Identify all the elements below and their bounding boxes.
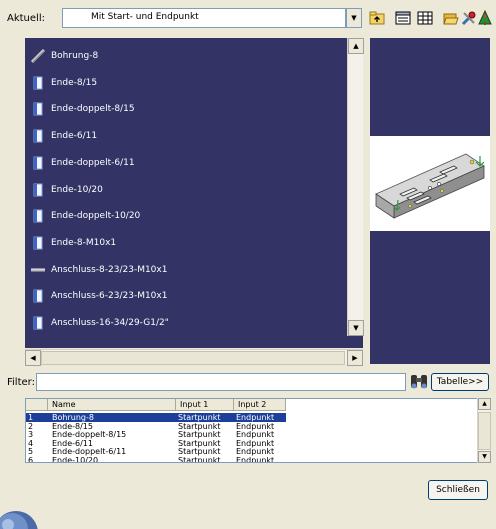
catalog-item-label: Anschluss-16-34/29-G1/2" — [51, 318, 169, 328]
table-vertical-scrollbar[interactable]: ▲ ▼ — [477, 398, 491, 463]
globe-logo-icon — [0, 495, 60, 529]
catalog-item[interactable]: Ende-10/20 — [25, 177, 347, 203]
toolbar: Aktuell: Mit Start- und Endpunkt ▼ — [0, 0, 496, 40]
table-toggle-button[interactable]: Tabelle>> — [431, 373, 489, 391]
catalog-item-label: Ende-6/11 — [51, 131, 98, 142]
scroll-up-icon[interactable]: ▲ — [478, 398, 491, 410]
catalog-item-label: Ende-8-M10x1 — [51, 237, 117, 248]
scroll-left-icon[interactable]: ◀ — [25, 350, 41, 366]
catalog-vertical-scrollbar[interactable]: ▲ ▼ — [347, 38, 364, 336]
part-icon — [31, 102, 45, 116]
catalog-horizontal-scrollbar[interactable]: ◀ ▶ — [25, 349, 363, 366]
catalog-item-label: Ende-doppelt-6/11 — [51, 157, 135, 168]
catalog-item-label: Anschluss-8-23/23-M10x1 — [51, 264, 168, 275]
column-header-index[interactable] — [26, 399, 48, 411]
catalog-item-label: Anschluss-6-23/23-M10x1 — [51, 291, 168, 302]
catalog-item[interactable]: Anschluss-8-23/23-M10x1 — [25, 257, 347, 283]
table-row[interactable]: 6 Ende-10/20 Startpunkt Endpunkt — [26, 456, 476, 463]
binoculars-icon[interactable] — [409, 371, 429, 393]
table-cell-input2: Endpunkt — [236, 456, 275, 463]
catalog-item[interactable]: Ende-6/11 — [25, 123, 347, 149]
part-preview-image — [370, 136, 490, 231]
part-icon — [31, 156, 45, 170]
part-icon — [31, 289, 45, 303]
current-select[interactable]: Mit Start- und Endpunkt — [62, 8, 346, 28]
catalog-item[interactable]: Ende-doppelt-8/15 — [25, 96, 347, 122]
catalog-item-label: Ende-doppelt-10/20 — [51, 211, 141, 222]
detail-view-icon[interactable] — [414, 7, 436, 29]
scroll-thumb[interactable] — [41, 351, 345, 365]
table-cell-input1: Startpunkt — [178, 456, 221, 463]
catalog-item[interactable]: Ende-8/15 — [25, 70, 347, 96]
catalog-icon[interactable] — [474, 7, 496, 29]
drill-icon — [30, 48, 46, 64]
scroll-down-icon[interactable]: ▼ — [478, 451, 491, 463]
scroll-up-icon[interactable]: ▲ — [348, 38, 364, 54]
catalog-item-label: Ende-8/15 — [51, 77, 98, 88]
folder-up-icon[interactable] — [366, 7, 388, 29]
scroll-down-icon[interactable]: ▼ — [348, 320, 364, 336]
column-header-input-2[interactable]: Input 2 — [234, 399, 286, 411]
chevron-down-icon[interactable]: ▼ — [346, 8, 362, 28]
filter-label: Filter: — [7, 377, 35, 388]
preview-panel — [370, 38, 490, 364]
part-icon — [31, 129, 45, 143]
close-button[interactable]: Schließen — [428, 480, 488, 500]
current-label: Aktuell: — [7, 13, 45, 24]
filter-input[interactable] — [36, 373, 406, 391]
catalog-item-label: Bohrung-8 — [51, 51, 99, 61]
catalog-item[interactable]: Ende-doppelt-10/20 — [25, 203, 347, 229]
catalog-item-label: Ende-doppelt-8/15 — [51, 104, 135, 115]
catalog-item[interactable]: Bohrung-8 — [25, 43, 347, 69]
catalog-item[interactable]: Anschluss-16-34/29-G1/2" — [25, 310, 347, 336]
part-icon — [31, 316, 45, 330]
catalog-item[interactable]: Ende-8-M10x1 — [25, 230, 347, 256]
column-header-name[interactable]: Name — [48, 399, 176, 411]
part-icon — [31, 183, 45, 197]
list-view-icon[interactable] — [392, 7, 414, 29]
catalog-list: Bohrung-8 Ende-8/15 Ende-doppelt-8/15 Ende-… — [25, 38, 363, 348]
column-header-input-1[interactable]: Input 1 — [176, 399, 234, 411]
table-cell-name: Ende-10/20 — [52, 456, 99, 463]
catalog-item[interactable]: Anschluss-6-23/23-M10x1 — [25, 283, 347, 309]
scroll-right-icon[interactable]: ▶ — [347, 350, 363, 366]
scroll-thumb[interactable] — [478, 412, 491, 450]
part-icon — [31, 76, 45, 90]
parts-table: Name Input 1 Input 2 1 Bohrung-8 Startpunk… — [25, 398, 490, 463]
connector-icon — [31, 263, 45, 277]
table-cell-num: 6 — [28, 456, 34, 463]
catalog-item-label: Ende-10/20 — [51, 184, 103, 195]
catalog-item[interactable]: Ende-doppelt-6/11 — [25, 150, 347, 176]
part-icon — [31, 236, 45, 250]
part-icon — [31, 209, 45, 223]
